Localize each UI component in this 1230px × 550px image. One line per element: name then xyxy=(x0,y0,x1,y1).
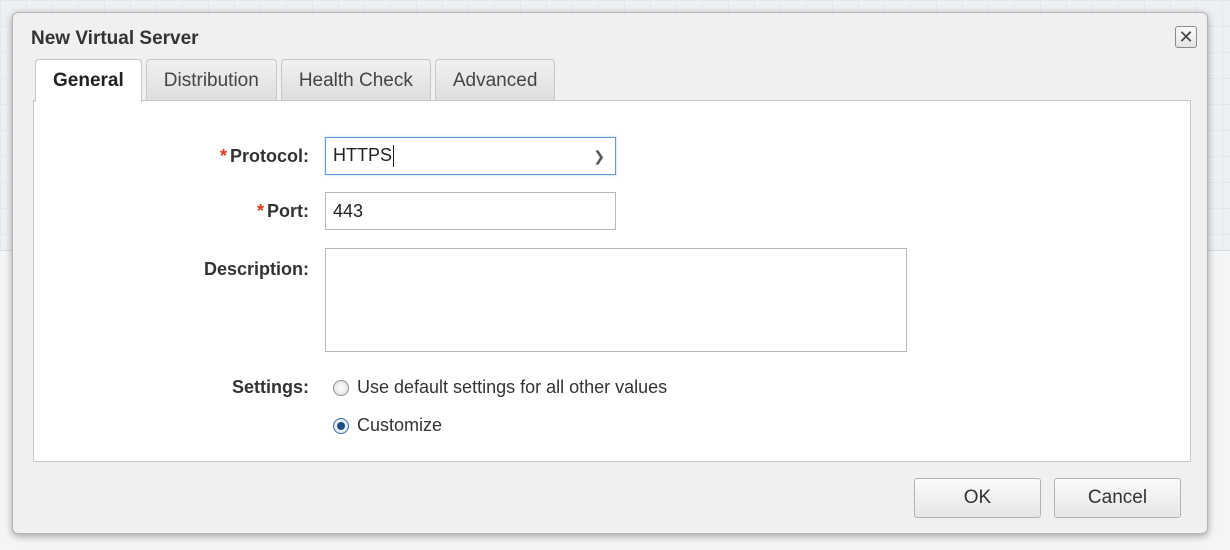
description-textarea[interactable] xyxy=(325,248,907,352)
radio-button[interactable] xyxy=(333,379,349,396)
port-label: * Port: xyxy=(256,201,309,221)
tab-advanced[interactable]: Advanced xyxy=(434,59,556,101)
protocol-value: HTTPS xyxy=(333,144,393,165)
radio-label: Customize xyxy=(357,415,443,435)
general-panel: *Protocol: HTTPS ❯ *Port: Description: S… xyxy=(33,100,1191,462)
text-cursor xyxy=(393,145,395,168)
tab-distribution[interactable]: Distribution xyxy=(145,59,277,101)
required-marker: * xyxy=(256,201,264,221)
required-marker: * xyxy=(219,146,227,166)
protocol-select[interactable]: HTTPS ❯ xyxy=(325,137,616,175)
close-icon: ✕ xyxy=(1178,27,1194,47)
radio-default-settings[interactable]: Use default settings for all other value… xyxy=(333,377,667,398)
radio-customize[interactable]: Customize xyxy=(333,415,442,436)
tab-health-check[interactable]: Health Check xyxy=(280,59,431,101)
port-input[interactable] xyxy=(325,192,616,230)
tab-bar: General Distribution Health Check Advanc… xyxy=(35,59,556,102)
protocol-label: * Protocol: xyxy=(219,146,309,166)
ok-button[interactable]: OK xyxy=(914,478,1041,518)
settings-label: Settings: xyxy=(231,377,309,397)
new-virtual-server-dialog: New Virtual Server ✕ General Distributio… xyxy=(12,12,1208,534)
radio-button-checked[interactable] xyxy=(333,417,349,434)
radio-label: Use default settings for all other value… xyxy=(357,377,668,397)
cancel-button[interactable]: Cancel xyxy=(1054,478,1181,518)
description-label: Description: xyxy=(203,259,309,279)
tab-general[interactable]: General xyxy=(35,59,142,102)
close-button[interactable]: ✕ xyxy=(1175,26,1197,48)
dialog-title: New Virtual Server xyxy=(31,28,199,49)
chevron-down-icon: ❯ xyxy=(593,147,605,164)
